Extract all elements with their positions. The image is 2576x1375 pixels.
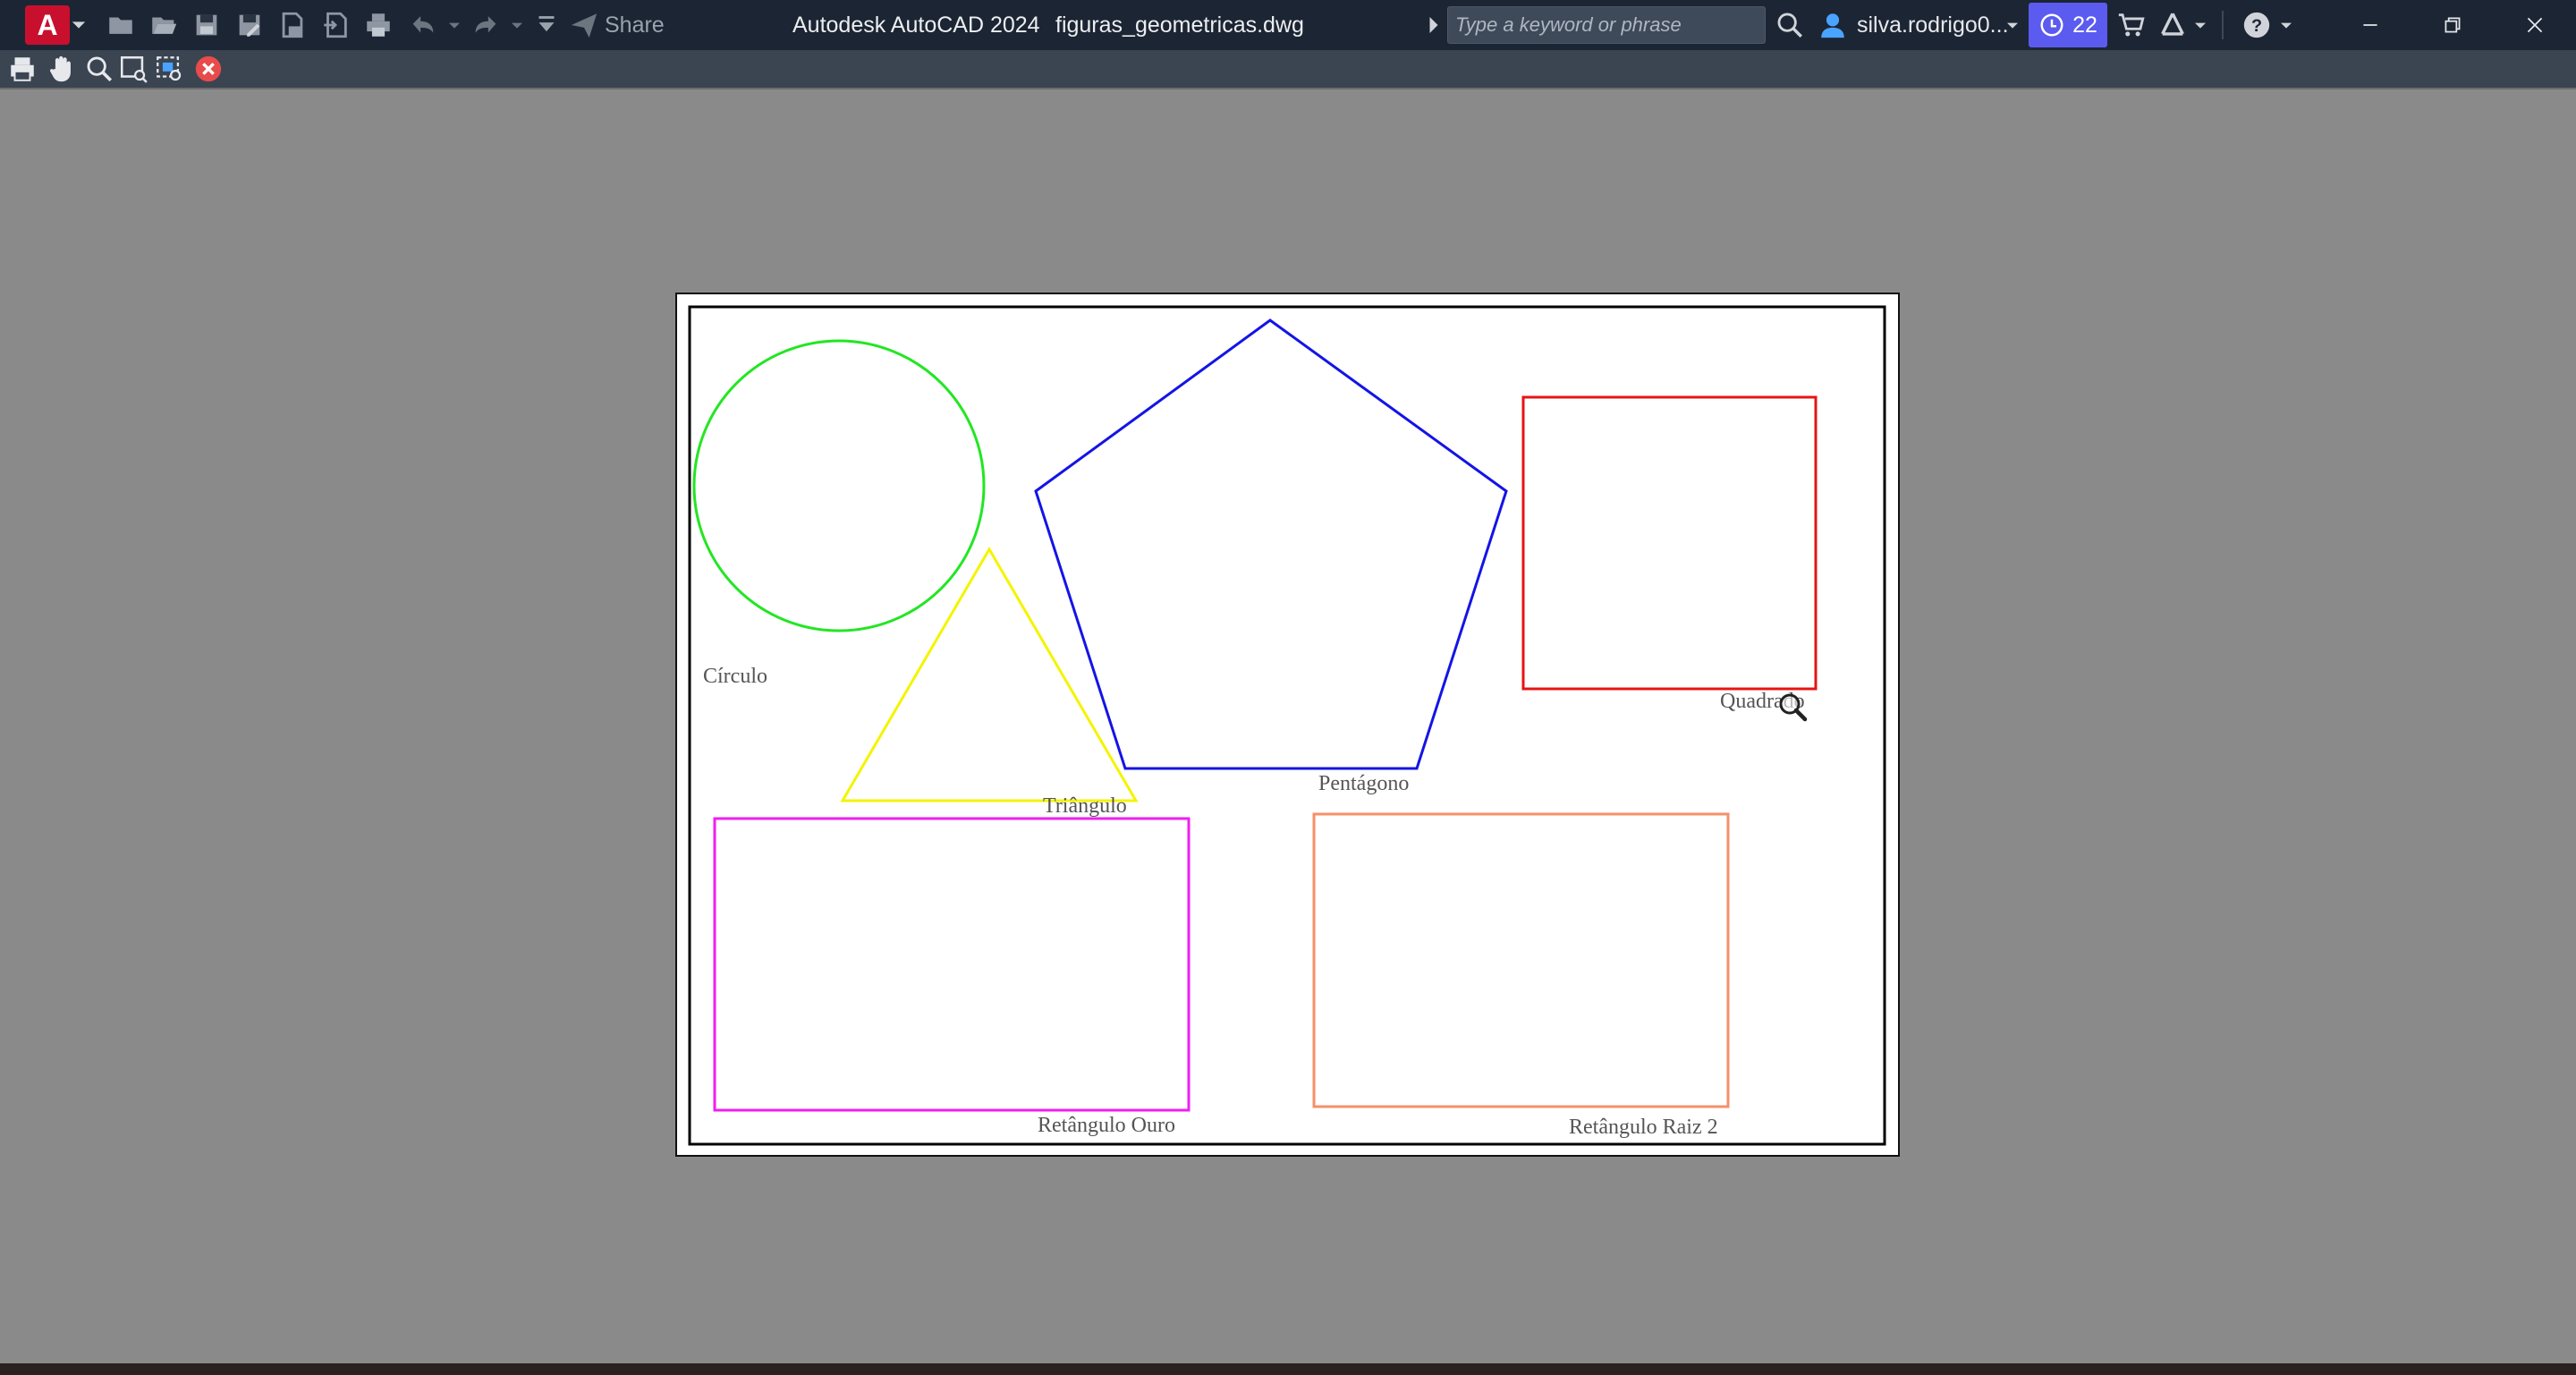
minimize-button[interactable] (2329, 0, 2411, 50)
redo-dropdown-icon[interactable] (506, 9, 528, 41)
open-from-web-icon[interactable] (275, 9, 309, 41)
zoom-window-icon[interactable] (116, 52, 150, 86)
user-dropdown-icon[interactable] (2002, 9, 2023, 41)
triangle-shape (840, 547, 1139, 802)
subscription-clock-badge[interactable]: 22 (2029, 3, 2107, 47)
close-preview-icon[interactable] (191, 52, 225, 86)
restore-icon (2445, 17, 2461, 33)
user-avatar-icon[interactable] (1816, 9, 1850, 41)
share-send-icon[interactable] (567, 9, 601, 41)
pentagon-label: Pentágono (1318, 772, 1409, 795)
zoom-previous-icon[interactable] (152, 52, 186, 86)
undo-icon[interactable] (406, 9, 440, 41)
cart-icon[interactable] (2114, 9, 2148, 41)
separator (2222, 11, 2224, 39)
autocad-logo-icon[interactable]: A (25, 5, 70, 45)
print-icon[interactable] (5, 52, 39, 86)
pentagon-shape (1034, 318, 1508, 770)
pan-hand-icon[interactable] (45, 52, 79, 86)
triangle-label: Triângulo (1043, 794, 1127, 818)
search-icon[interactable] (1773, 9, 1807, 41)
root2-rectangle-label: Retângulo Raiz 2 (1569, 1116, 1718, 1139)
circle-label: Círculo (703, 665, 767, 688)
svg-text:?: ? (2251, 16, 2262, 36)
search-input[interactable] (1448, 7, 1765, 43)
app-title: Autodesk AutoCAD 2024 (792, 13, 1040, 38)
app-menu-chevron-icon[interactable] (68, 9, 89, 41)
open-folder-icon[interactable] (147, 9, 181, 41)
help-dropdown-icon[interactable] (2275, 9, 2297, 41)
golden-rectangle-label: Retângulo Ouro (1038, 1114, 1175, 1137)
customize-toolbar-icon[interactable] (530, 9, 564, 41)
plot-preview-toolbar (0, 50, 2576, 88)
toolbar-shadow (0, 88, 2576, 89)
help-icon[interactable]: ? (2240, 9, 2274, 41)
taskbar-edge (0, 1363, 2576, 1375)
user-name[interactable]: silva.rodrigo0... (1857, 13, 2009, 38)
save-to-web-icon[interactable] (318, 9, 352, 41)
new-file-icon[interactable] (104, 9, 138, 41)
undo-dropdown-icon[interactable] (444, 9, 465, 41)
plot-printer-icon[interactable] (361, 9, 395, 41)
circle-shape (692, 339, 986, 632)
share-button[interactable]: Share (605, 13, 665, 38)
title-bar: A Share Autodesk AutoCAD 2024 figuras_ge… (0, 0, 2576, 50)
clock-icon (2040, 13, 2063, 37)
save-as-icon[interactable] (233, 9, 267, 41)
redo-icon[interactable] (469, 9, 503, 41)
search-box[interactable] (1447, 6, 1766, 44)
autodesk-app-icon[interactable] (2156, 9, 2190, 41)
golden-rectangle-shape (713, 817, 1191, 1112)
drawing-canvas[interactable]: Círculo Triângulo Pentágono Quadrado Ret… (677, 294, 1898, 1155)
root2-rectangle-shape (1312, 812, 1730, 1108)
clock-count: 22 (2072, 12, 2097, 38)
close-icon (2527, 17, 2543, 33)
zoom-icon[interactable] (82, 52, 116, 86)
apps-dropdown-icon[interactable] (2190, 9, 2211, 41)
minimize-icon (2363, 24, 2377, 26)
file-title: figuras_geometricas.dwg (1055, 13, 1304, 38)
close-window-button[interactable] (2494, 0, 2576, 50)
square-shape (1521, 395, 1818, 691)
drawing-border (688, 305, 1886, 1146)
plot-preview-sheet: Círculo Triângulo Pentágono Quadrado Ret… (675, 293, 1900, 1157)
expand-search-arrow-icon[interactable] (1420, 9, 1447, 41)
restore-button[interactable] (2411, 0, 2494, 50)
save-icon[interactable] (190, 9, 224, 41)
